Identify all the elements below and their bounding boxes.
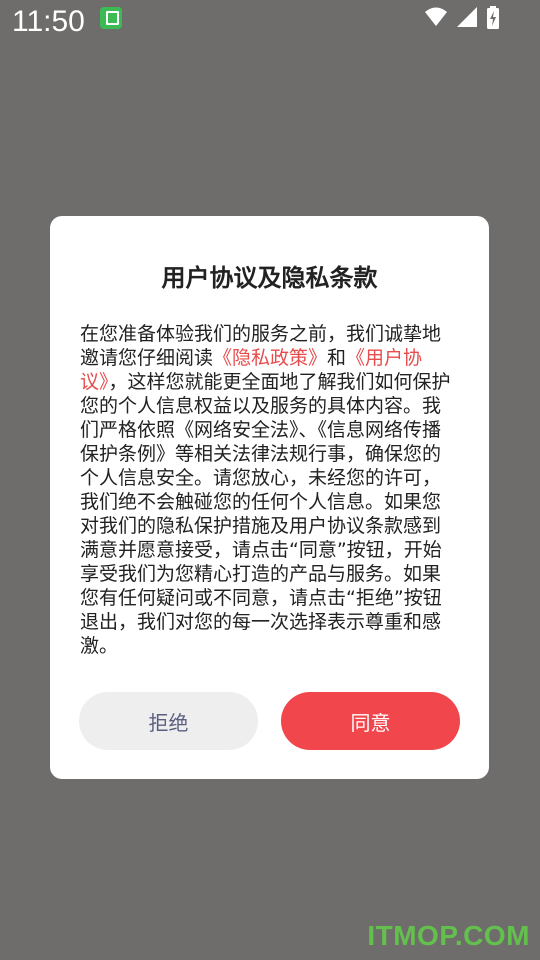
- agree-button[interactable]: 同意: [281, 692, 460, 750]
- dialog-body: 在您准备体验我们的服务之前，我们诚挚地邀请您仔细阅读《隐私政策》和《用户协议》，…: [80, 322, 459, 658]
- system-icons: [424, 6, 500, 30]
- watermark: ITMOP.COM: [367, 920, 530, 951]
- privacy-policy-link[interactable]: 《隐私政策》: [213, 347, 327, 369]
- privacy-dialog: 用户协议及隐私条款 在您准备体验我们的服务之前，我们诚挚地邀请您仔细阅读《隐私政…: [50, 216, 489, 779]
- dialog-title: 用户协议及隐私条款: [161, 264, 378, 292]
- signal-icon: [457, 7, 477, 27]
- wifi-icon: [425, 7, 447, 26]
- body-text-and: 和: [327, 347, 347, 369]
- status-time: 11:50: [12, 5, 85, 38]
- app-notification-icon: [100, 7, 122, 29]
- reject-button[interactable]: 拒绝: [79, 692, 258, 750]
- battery-charging-icon: [487, 6, 499, 29]
- status-bar: 11:50: [0, 0, 540, 44]
- body-text-main: ，这样您就能更全面地了解我们如何保护您的个人信息权益以及服务的具体内容。我们严格…: [80, 371, 451, 657]
